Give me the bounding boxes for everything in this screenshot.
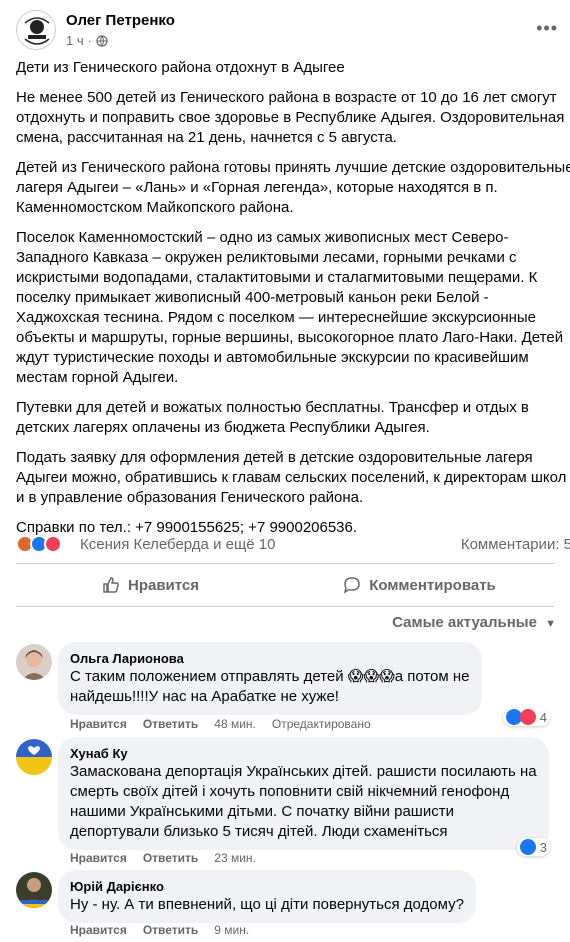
post-text-line: Путевки для детей и вожатых полностью бе… bbox=[16, 399, 529, 416]
comment-reaction-count[interactable]: 4 bbox=[502, 708, 550, 726]
comment-text-line: Ну - ну. А ти впевнений, що ці діти пове… bbox=[70, 896, 464, 913]
comment-bubble: Хунаб Ку Замаскована депортація Українсь… bbox=[58, 737, 549, 850]
avatar[interactable] bbox=[16, 872, 52, 908]
chevron-down-icon: ▼ bbox=[545, 618, 556, 630]
reactions-text[interactable]: Ксения Келеберда и ещё 10 bbox=[80, 536, 276, 553]
post-text-line: ждут туристические походы и автомобильны… bbox=[16, 349, 529, 366]
thumbs-up-icon bbox=[103, 577, 119, 593]
commenter-name[interactable]: Юрій Дарієнко bbox=[70, 878, 464, 895]
post-header: Олег Петренко 1 ч · ••• bbox=[0, 0, 570, 54]
more-dots-icon[interactable]: ••• bbox=[536, 18, 558, 39]
post-text-line: Хаджохская теснина. Рядом с поселком — и… bbox=[16, 309, 537, 326]
avatar[interactable] bbox=[16, 644, 52, 680]
comment-bubble-icon bbox=[344, 577, 360, 594]
post-paragraph: Подать заявку для оформления детей в дет… bbox=[16, 448, 567, 508]
comment-actions: Нравится Ответить 48 мин. Отредактирован… bbox=[70, 717, 371, 731]
post-text-line: Дети из Генического района отдохнут в Ад… bbox=[16, 59, 345, 76]
love-reaction-icon bbox=[519, 709, 536, 725]
post-text-line: Детей из Генического района готовы приня… bbox=[16, 159, 570, 176]
sort-label: Самые актуальные bbox=[392, 614, 537, 631]
comment-text-line: Замаскована депортація Українських дітей… bbox=[70, 763, 537, 780]
like-reaction-icon bbox=[519, 839, 536, 855]
comment-reply-button[interactable]: Ответить bbox=[143, 851, 198, 865]
comment-actions: Нравится Ответить 9 мин. bbox=[70, 923, 249, 937]
edited-label: Отредактировано bbox=[271, 717, 371, 731]
comment-reply-button[interactable]: Ответить bbox=[143, 717, 198, 731]
post-text-line: поселку примыкает живописный 400-метровы… bbox=[16, 289, 489, 306]
comment-time[interactable]: 9 мин. bbox=[214, 923, 249, 937]
post-text-line: детских лагерях оплачены из бюджета Респ… bbox=[16, 419, 430, 436]
comment-reply-button[interactable]: Ответить bbox=[143, 923, 198, 937]
post-paragraph: Путевки для детей и вожатых полностью бе… bbox=[16, 398, 564, 438]
commenter-name[interactable]: Ольга Ларионова bbox=[70, 650, 470, 667]
post-text-line: Каменномостском Майкопского района. bbox=[16, 199, 294, 216]
post-paragraph: Дети из Генического района отдохнут в Ад… bbox=[16, 58, 564, 78]
post-text-line: Поселок Каменномостский – одно из самых … bbox=[16, 229, 509, 246]
comment-reaction-count[interactable]: 3 bbox=[516, 838, 550, 856]
comment-actions: Нравится Ответить 23 мин. bbox=[70, 851, 256, 865]
comment-time[interactable]: 23 мин. bbox=[214, 851, 256, 865]
like-button[interactable]: Нравится bbox=[16, 566, 285, 604]
post-body: Дети из Генического района отдохнут в Ад… bbox=[16, 58, 570, 548]
comment-bubble: Юрій Дарієнко Ну - ну. А ти впевнений, щ… bbox=[58, 870, 476, 923]
post-text-line: лагеря Адыгеи – «Лань» и «Горная легенда… bbox=[16, 179, 498, 196]
author-avatar[interactable] bbox=[16, 10, 56, 50]
post-time[interactable]: 1 ч bbox=[66, 33, 84, 48]
comment-like-button[interactable]: Нравится bbox=[70, 923, 127, 937]
post-paragraph: Детей из Генического района готовы приня… bbox=[16, 158, 570, 218]
comment-button-label: Комментировать bbox=[369, 576, 496, 594]
comments-count[interactable]: Комментарии: 5 bbox=[461, 536, 570, 553]
comment-time[interactable]: 48 мин. bbox=[214, 717, 256, 731]
commenter-name[interactable]: Хунаб Ку bbox=[70, 745, 537, 762]
post-text-line: Не менее 500 детей из Генического района… bbox=[16, 89, 557, 106]
like-button-label: Нравится bbox=[127, 576, 200, 594]
post-paragraph: Не менее 500 детей из Генического района… bbox=[16, 88, 564, 148]
comment-text-line: депортували близько 5 тисяч дітей. Люди … bbox=[70, 823, 448, 840]
post-text-line: Адыгеи можно, обратившись к главам сельс… bbox=[16, 469, 567, 486]
comment-bubble: Ольга Ларионова С таким положением отпра… bbox=[58, 642, 482, 715]
post-text-line: местам горной Адыгеи. bbox=[16, 369, 179, 386]
avatar[interactable] bbox=[16, 739, 52, 775]
reactions-summary[interactable]: Ксения Келеберда и ещё 10 Комментарии: 5 bbox=[16, 533, 570, 557]
divider bbox=[16, 563, 554, 564]
comment-text-line: нашими Українськими дітьми. С початку ві… bbox=[70, 803, 454, 820]
post-text-line: Подать заявку для оформления детей в дет… bbox=[16, 449, 533, 466]
comment-like-button[interactable]: Нравится bbox=[70, 851, 127, 865]
post-text-line: объекты и маршруты, горные вершины, высо… bbox=[16, 329, 564, 346]
post-paragraph: Поселок Каменномостский – одно из самых … bbox=[16, 228, 564, 388]
post-text-line: Западного Кавказа – окружен реликтовыми … bbox=[16, 249, 517, 266]
post-meta: 1 ч · bbox=[66, 33, 108, 48]
sort-comments-dropdown[interactable]: Самые актуальные ▼ bbox=[392, 614, 556, 631]
globe-icon bbox=[96, 34, 108, 47]
comment-like-button[interactable]: Нравится bbox=[70, 717, 127, 731]
reaction-icons bbox=[16, 535, 62, 553]
post-text-line: искристыми водопадами, сталактитовыми и … bbox=[16, 269, 538, 286]
comment-text-line: смерть своїх дітей і хочуть поповнити св… bbox=[70, 783, 510, 800]
author-name[interactable]: Олег Петренко bbox=[66, 12, 175, 29]
post-actions: Нравится Комментировать bbox=[16, 566, 554, 604]
comment-button[interactable]: Комментировать bbox=[285, 566, 554, 604]
comment-text-line: С таким положением отправлять детей 😱😱😱а… bbox=[70, 668, 470, 685]
comment-text-line: найдешь!!!!У нас на Арабатке не хуже! bbox=[70, 688, 339, 705]
post-text-line: и в управление образования Генического р… bbox=[16, 489, 364, 506]
post-text-line: смена, рассчитанная на 21 день, начнется… bbox=[16, 129, 397, 146]
love-reaction-icon bbox=[44, 535, 62, 553]
divider bbox=[16, 606, 554, 607]
post-text-line: отдохнуть и поправить свое здоровье в Ре… bbox=[16, 109, 565, 126]
